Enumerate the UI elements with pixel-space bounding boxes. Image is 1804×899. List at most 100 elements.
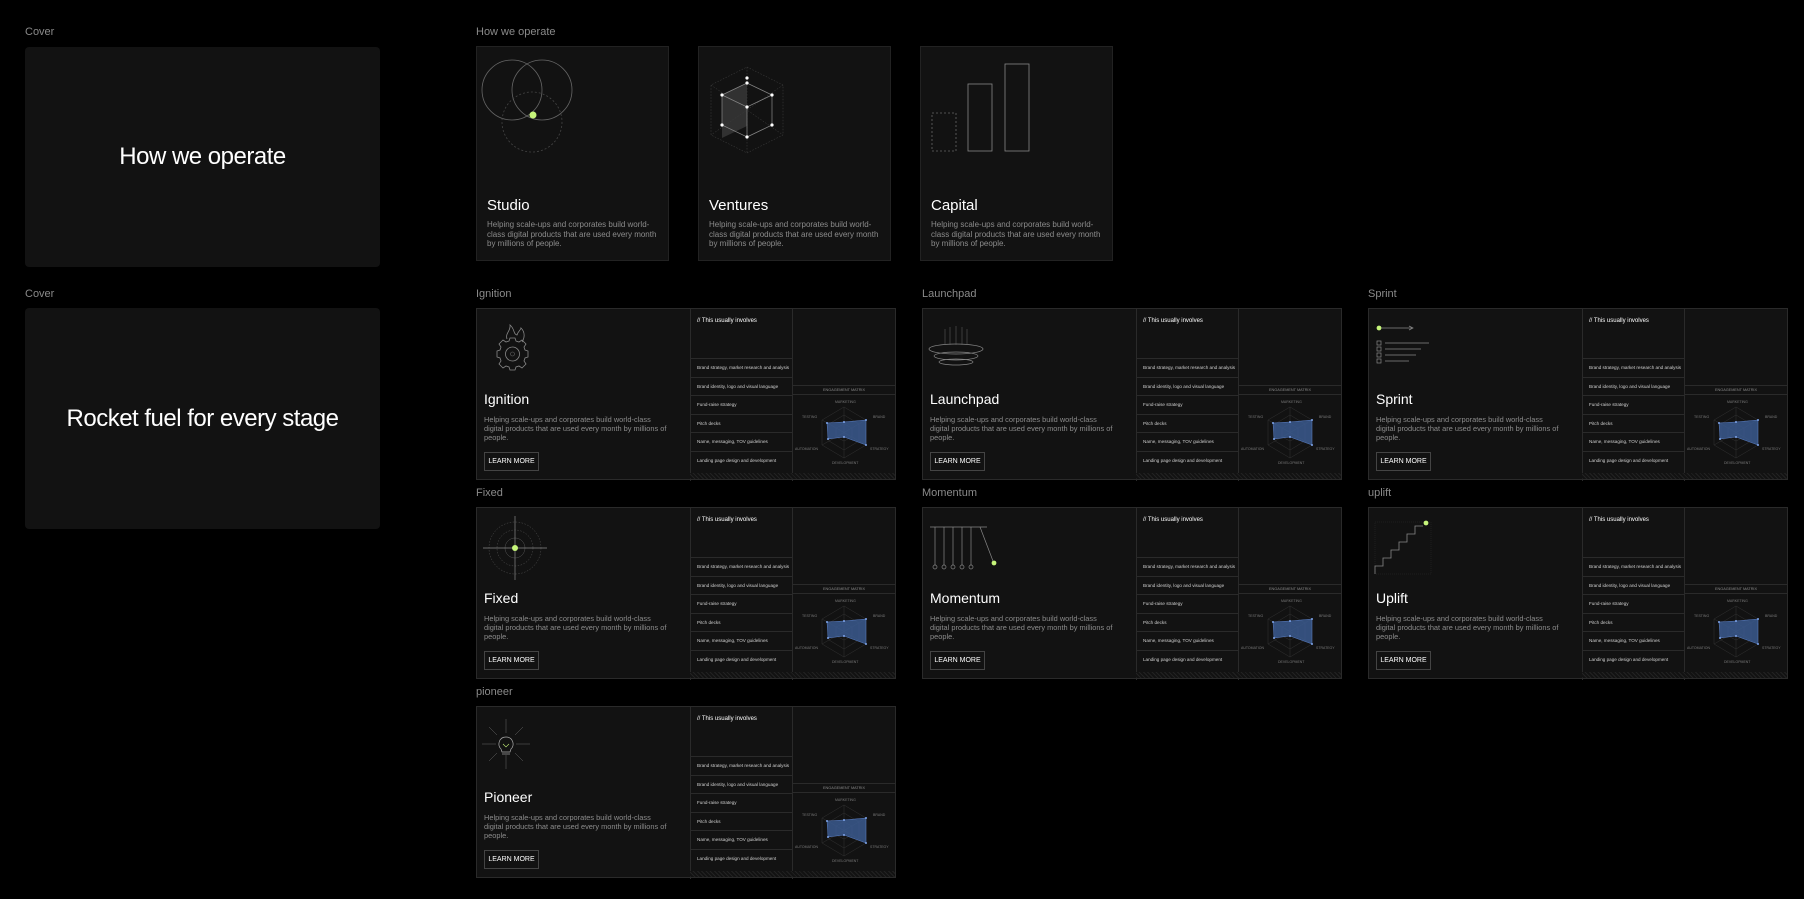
radar-chart bbox=[821, 804, 867, 857]
cover-title: How we operate bbox=[119, 143, 286, 170]
ventures-cube-icon bbox=[710, 66, 784, 154]
engagement-matrix: ENGAGEMENT MATRIX MARKETING BRAND STRATE… bbox=[793, 707, 895, 877]
product-card-title: Uplift bbox=[1376, 590, 1408, 606]
involves-item: Fund-raise strategy bbox=[691, 594, 792, 613]
involves-item: Pitch decks bbox=[691, 811, 792, 831]
frame-label-ignition[interactable]: Ignition bbox=[476, 288, 511, 300]
axis-label-testing: TESTING bbox=[802, 614, 818, 618]
involves-item: Brand identity, logo and visual language bbox=[691, 774, 792, 794]
involves-item: Fund-raise strategy bbox=[691, 793, 792, 812]
newton-cradle-icon bbox=[930, 526, 997, 570]
involves-item: Landing page design and development bbox=[691, 848, 792, 868]
hatch-strip bbox=[1136, 672, 1341, 678]
product-card-sprint[interactable]: Sprint Helping scale-ups and corporates … bbox=[1368, 308, 1788, 481]
frame-label-pioneer[interactable]: pioneer bbox=[476, 686, 513, 698]
axis-label-strategy: STRATEGY bbox=[870, 845, 889, 849]
involves-item: Landing page design and development bbox=[1583, 450, 1684, 470]
involves-item: Landing page design and development bbox=[1583, 649, 1684, 669]
axis-label-automation: AUTOMATION bbox=[795, 845, 819, 849]
involves-item: Brand identity, logo and visual language bbox=[691, 575, 792, 595]
axis-label-brand: BRAND bbox=[873, 415, 886, 419]
flame-gear-icon bbox=[496, 324, 529, 371]
involves-item: Pitch decks bbox=[1583, 413, 1684, 433]
involves-item: Brand strategy, market research and anal… bbox=[1583, 557, 1684, 576]
frame-label-sprint[interactable]: Sprint bbox=[1368, 288, 1397, 300]
learn-more-button[interactable]: LEARN MORE bbox=[930, 651, 985, 670]
cover-title: Rocket fuel for every stage bbox=[66, 404, 339, 432]
learn-more-button[interactable]: LEARN MORE bbox=[484, 651, 539, 670]
frame-label-cover[interactable]: Cover bbox=[25, 26, 54, 38]
involves-item: Pitch decks bbox=[1583, 612, 1684, 632]
operate-card-description: Helping scale-ups and corporates build w… bbox=[709, 220, 879, 248]
learn-more-button[interactable]: LEARN MORE bbox=[1376, 651, 1431, 670]
frame-label-fixed[interactable]: Fixed bbox=[476, 487, 503, 499]
cover-frame-rocket-fuel[interactable]: Rocket fuel for every stage bbox=[25, 308, 380, 529]
product-card-description: Helping scale-ups and corporates build w… bbox=[930, 415, 1113, 442]
involves-item: Brand strategy, market research and anal… bbox=[691, 756, 792, 775]
hatch-strip bbox=[690, 473, 895, 479]
hatch-strip bbox=[690, 672, 895, 678]
product-card-fixed[interactable]: Fixed Helping scale-ups and corporates b… bbox=[476, 507, 896, 680]
involves-list: // This usually involves Brand strategy,… bbox=[1582, 309, 1685, 481]
axis-label-development: DEVELOPMENT bbox=[832, 660, 859, 664]
axis-label-brand: BRAND bbox=[1765, 614, 1778, 618]
radar-chart bbox=[821, 406, 867, 459]
engagement-matrix: ENGAGEMENT MATRIX MARKETING BRAND STRATE… bbox=[793, 508, 895, 678]
involves-item: Landing page design and development bbox=[1137, 450, 1238, 470]
studio-venn-icon bbox=[481, 59, 573, 153]
involves-item: Brand strategy, market research and anal… bbox=[1583, 358, 1684, 377]
hatch-strip bbox=[1136, 473, 1341, 479]
learn-more-button[interactable]: LEARN MORE bbox=[930, 452, 985, 471]
operate-card-description: Helping scale-ups and corporates build w… bbox=[487, 220, 657, 248]
axis-label-testing: TESTING bbox=[1248, 614, 1264, 618]
launchpad-disc-icon bbox=[928, 326, 984, 366]
operate-card-ventures[interactable]: Ventures Helping scale-ups and corporate… bbox=[698, 46, 891, 261]
axis-label-marketing: MARKETING bbox=[1727, 400, 1748, 404]
product-card-ignition[interactable]: Ignition Helping scale-ups and corporate… bbox=[476, 308, 896, 481]
axis-label-strategy: STRATEGY bbox=[1316, 447, 1335, 451]
involves-item: Name, messaging, TOV guidelines bbox=[691, 830, 792, 849]
involves-heading: // This usually involves bbox=[1589, 318, 1649, 324]
operate-card-capital[interactable]: Capital Helping scale-ups and corporates… bbox=[920, 46, 1113, 261]
engagement-matrix: ENGAGEMENT MATRIX MARKETING BRAND STRATE… bbox=[1685, 508, 1787, 678]
involves-item: Name, messaging, TOV guidelines bbox=[1137, 631, 1238, 650]
frame-label-momentum[interactable]: Momentum bbox=[922, 487, 977, 499]
product-card-description: Helping scale-ups and corporates build w… bbox=[484, 614, 667, 641]
axis-label-automation: AUTOMATION bbox=[795, 646, 819, 650]
involves-item: Name, messaging, TOV guidelines bbox=[1583, 631, 1684, 650]
product-card-launchpad[interactable]: Launchpad Helping scale-ups and corporat… bbox=[922, 308, 1342, 481]
product-card-description: Helping scale-ups and corporates build w… bbox=[484, 415, 667, 442]
involves-item: Fund-raise strategy bbox=[1583, 594, 1684, 613]
learn-more-button[interactable]: LEARN MORE bbox=[484, 850, 539, 869]
operate-card-studio[interactable]: Studio Helping scale-ups and corporates … bbox=[476, 46, 669, 261]
involves-heading: // This usually involves bbox=[697, 716, 757, 722]
cover-frame-how-we-operate[interactable]: How we operate bbox=[25, 47, 380, 267]
frame-label-uplift[interactable]: uplift bbox=[1368, 487, 1391, 499]
product-card-momentum[interactable]: Momentum Helping scale-ups and corporate… bbox=[922, 507, 1342, 680]
involves-heading: // This usually involves bbox=[697, 517, 757, 523]
axis-label-brand: BRAND bbox=[1319, 614, 1332, 618]
capital-bars-icon bbox=[931, 63, 1030, 152]
learn-more-button[interactable]: LEARN MORE bbox=[1376, 452, 1431, 471]
engagement-matrix: ENGAGEMENT MATRIX MARKETING BRAND STRATE… bbox=[793, 309, 895, 479]
product-card-title: Momentum bbox=[930, 590, 1001, 606]
axis-label-brand: BRAND bbox=[1319, 415, 1332, 419]
radar-chart bbox=[1267, 406, 1313, 459]
stairs-icon bbox=[1374, 520, 1432, 575]
axis-label-brand: BRAND bbox=[873, 614, 886, 618]
product-card-pioneer[interactable]: Pioneer Helping scale-ups and corporates… bbox=[476, 706, 896, 879]
operate-card-title: Ventures bbox=[709, 197, 769, 214]
crosshair-target-icon bbox=[483, 516, 547, 580]
involves-list: // This usually involves Brand strategy,… bbox=[1136, 508, 1239, 680]
involves-item: Name, messaging, TOV guidelines bbox=[691, 432, 792, 451]
axis-label-testing: TESTING bbox=[802, 813, 818, 817]
product-card-uplift[interactable]: Uplift Helping scale-ups and corporates … bbox=[1368, 507, 1788, 680]
involves-item: Landing page design and development bbox=[1137, 649, 1238, 669]
learn-more-button[interactable]: LEARN MORE bbox=[484, 452, 539, 471]
frame-label-how-we-operate[interactable]: How we operate bbox=[476, 26, 556, 38]
involves-item: Brand identity, logo and visual language bbox=[1583, 376, 1684, 396]
frame-label-launchpad[interactable]: Launchpad bbox=[922, 288, 976, 300]
radar-chart bbox=[1713, 406, 1759, 459]
axis-label-automation: AUTOMATION bbox=[795, 447, 819, 451]
frame-label-cover-2[interactable]: Cover bbox=[25, 288, 54, 300]
